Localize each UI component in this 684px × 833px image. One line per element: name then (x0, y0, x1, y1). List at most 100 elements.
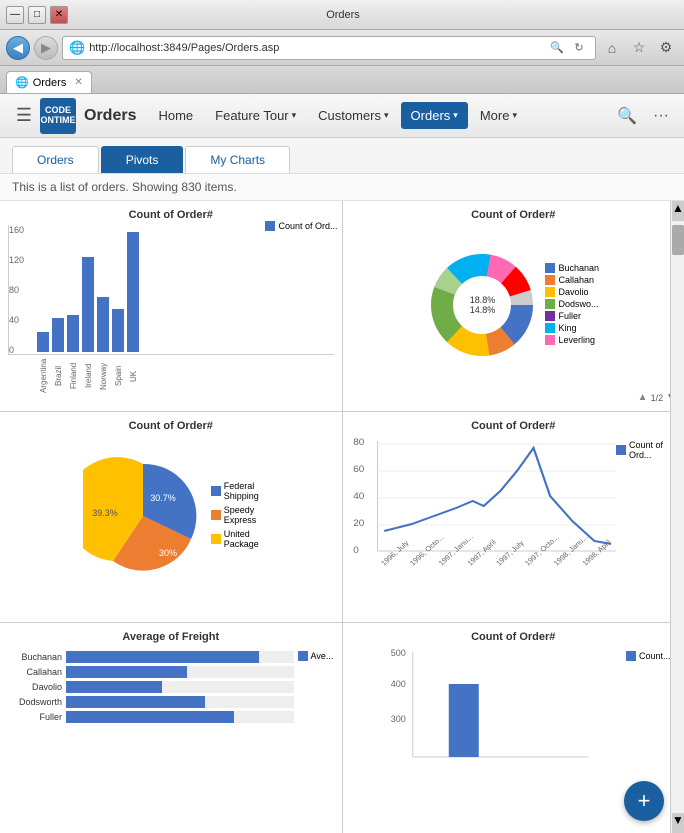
bar-argentina (37, 332, 49, 352)
donut-legend-dodsworth: Dodswо... (545, 299, 599, 309)
bar2-chart-title: Count of Order# (351, 631, 677, 643)
nav-more-button[interactable]: ··· (646, 101, 676, 131)
pie-legend-united: UnitedPackage (211, 529, 259, 549)
info-text: This is a list of orders. Showing 830 it… (12, 180, 237, 194)
address-bar[interactable]: 🌐 http://localhost:3849/Pages/Orders.asp… (62, 36, 596, 60)
svg-text:39.3%: 39.3% (92, 508, 118, 518)
close-button[interactable]: ✕ (50, 6, 68, 24)
leverling-color (545, 335, 555, 345)
minimize-button[interactable]: — (6, 6, 24, 24)
pie-svg: 30.7% 30% 39.3% (83, 456, 203, 576)
nav-search-button[interactable]: 🔍 (612, 101, 642, 131)
scroll-down-arrow[interactable]: ▼ (672, 813, 684, 833)
svg-text:80: 80 (353, 437, 364, 447)
browser-tab-orders[interactable]: 🌐 Orders ✕ (6, 71, 92, 93)
pie-legend-federal: FederalShipping (211, 481, 259, 501)
tab-my-charts[interactable]: My Charts (185, 146, 290, 173)
hbar-legend: Ave... (294, 647, 334, 730)
donut-legend-buchanan: Buchanan (545, 263, 599, 273)
donut-legend-callahan: Callahan (545, 275, 599, 285)
donut-legend-king: King (545, 323, 599, 333)
tab-bar: 🌐 Orders ✕ (0, 66, 684, 94)
bar-norway (97, 297, 109, 352)
bar-chart-area: 160 120 80 40 0 (8, 225, 334, 355)
hbar-legend-label: Ave... (311, 651, 334, 661)
logo-icon: CODE ONTIME (40, 98, 76, 134)
line-legend-item: Count of Ord... (616, 440, 676, 460)
nav-home[interactable]: Home (148, 102, 203, 129)
bar-finland (67, 315, 79, 352)
tab-pivots-label: Pivots (126, 153, 159, 167)
tab-label: Orders (33, 77, 67, 89)
back-button[interactable]: ◀ (6, 36, 30, 60)
scroll-thumb[interactable] (672, 225, 684, 255)
donut-chart-title: Count of Order# (351, 209, 677, 221)
line-legend-color (616, 445, 626, 455)
refresh-icon[interactable]: ↻ (569, 38, 589, 58)
callahan-color (545, 275, 555, 285)
tab-orders[interactable]: Orders (12, 146, 99, 173)
pie-legend: FederalShipping SpeedyExpress UnitedPack… (211, 481, 259, 551)
donut-area: 18.8% 14.8% Buchanan Callahan (351, 225, 677, 385)
line-svg: 80 60 40 20 0 (351, 436, 617, 581)
nav-more[interactable]: More ▾ (470, 102, 527, 129)
tab-pivots[interactable]: Pivots (101, 146, 184, 173)
svg-text:300: 300 (390, 714, 405, 724)
hbar-row-davolio: Davolio (8, 681, 294, 693)
address-actions: 🔍 ↻ (547, 38, 589, 58)
king-color (545, 323, 555, 333)
hbar-legend-item: Ave... (298, 651, 334, 661)
page-up-arrow[interactable]: ▲ (638, 392, 648, 403)
hamburger-menu[interactable]: ☰ (8, 100, 40, 132)
page-content: ☰ CODE ONTIME Orders Home Feature Tour ▾… (0, 94, 684, 833)
more-arrow: ▾ (512, 110, 517, 121)
home-icon[interactable]: ⌂ (600, 36, 624, 60)
favorites-icon[interactable]: ☆ (627, 36, 651, 60)
nav-orders-label: Orders (411, 108, 451, 123)
bar-legend-label: Count of Ord... (278, 221, 337, 231)
donut-legend: Buchanan Callahan Davolio (545, 263, 599, 347)
titlebar-left: — □ ✕ (6, 6, 68, 24)
orders-arrow: ▾ (453, 110, 458, 121)
search-icon[interactable]: 🔍 (547, 38, 567, 58)
donut-center-label2: 14.8% (470, 305, 496, 315)
feature-tour-arrow: ▾ (292, 110, 297, 121)
donut-chart-cell: Count of Order# (343, 201, 684, 411)
maximize-button[interactable]: □ (28, 6, 46, 24)
nav-feature-tour[interactable]: Feature Tour ▾ (205, 102, 306, 129)
address-favicon: 🌐 (69, 40, 85, 56)
tab-my-charts-label: My Charts (210, 153, 265, 167)
address-text: http://localhost:3849/Pages/Orders.asp (89, 42, 543, 54)
pie-chart-cell: Count of Order# 30.7% (0, 412, 342, 622)
bar-spain (112, 309, 124, 352)
nav-customers-label: Customers (318, 108, 381, 123)
nav-customers[interactable]: Customers ▾ (308, 102, 398, 129)
logo-line2: ONTIME (41, 116, 76, 126)
forward-button[interactable]: ▶ (34, 36, 58, 60)
bar-legend-color (265, 221, 275, 231)
speedy-color (211, 510, 221, 520)
scrollbar[interactable]: ▲ ▼ (670, 201, 684, 833)
browser-toolbar-right: ⌂ ☆ ⚙ (600, 36, 678, 60)
bar-chart-cell: Count of Order# 160 120 80 40 0 (0, 201, 342, 411)
tab-orders-label: Orders (37, 153, 74, 167)
hbar-row-buchanan: Buchanan (8, 651, 294, 663)
charts-grid: Count of Order# 160 120 80 40 0 (0, 201, 684, 833)
bar2-legend-color (626, 651, 636, 661)
tab-close-icon[interactable]: ✕ (74, 77, 82, 88)
settings-icon[interactable]: ⚙ (654, 36, 678, 60)
nav-orders[interactable]: Orders ▾ (401, 102, 468, 129)
hbar-area: Buchanan Callahan Davolio (8, 647, 294, 730)
add-button[interactable]: + (624, 781, 664, 821)
buchanan-color (545, 263, 555, 273)
nav-right: 🔍 ··· (612, 101, 676, 131)
hbar-chart-title: Average of Freight (8, 631, 334, 643)
app-navbar: ☰ CODE ONTIME Orders Home Feature Tour ▾… (0, 94, 684, 138)
bar2-legend: Count... (626, 647, 676, 777)
scroll-up-arrow[interactable]: ▲ (672, 201, 684, 221)
line-legend-label: Count of Ord... (629, 440, 676, 460)
svg-text:60: 60 (353, 464, 364, 474)
donut-center-label1: 18.8% (470, 295, 496, 305)
window-title: Orders (326, 9, 360, 21)
bar2-svg: 500 400 300 (351, 647, 627, 777)
